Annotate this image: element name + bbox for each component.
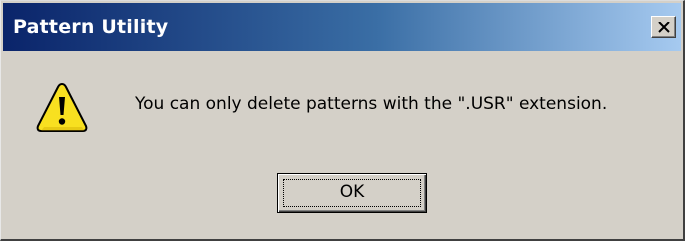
message-dialog: Pattern Utility You can only delete patt… [0,0,685,241]
ok-button[interactable]: OK [277,173,427,213]
warning-icon [36,82,88,132]
close-button[interactable] [651,16,676,38]
ok-button-label: OK [339,182,365,202]
dialog-message: You can only delete patterns with the ".… [135,94,608,114]
dialog-title: Pattern Utility [13,16,169,38]
title-bar[interactable]: Pattern Utility [3,3,681,51]
close-icon [658,22,670,33]
